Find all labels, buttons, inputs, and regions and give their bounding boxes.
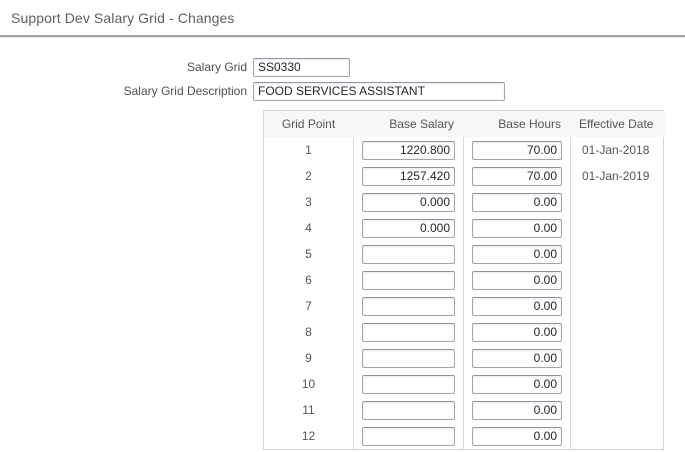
base-hours-cell (463, 397, 570, 423)
base-salary-input[interactable] (362, 349, 455, 368)
base-hours-cell (463, 345, 570, 371)
grid-point-label: 4 (264, 215, 353, 241)
salary-grid-label: Salary Grid (0, 60, 253, 74)
page-title: Support Dev Salary Grid - Changes (0, 0, 685, 26)
salary-grid-row: Salary Grid (0, 57, 685, 77)
effective-date-label (570, 371, 665, 397)
grid-point-label: 6 (264, 267, 353, 293)
column-header-base-salary: Base Salary (353, 111, 463, 137)
base-hours-cell (463, 267, 570, 293)
grid-point-label: 2 (264, 163, 353, 189)
grid-point-label: 9 (264, 345, 353, 371)
title-divider (0, 35, 685, 38)
grid-point-label: 11 (264, 397, 353, 423)
base-hours-input[interactable] (472, 271, 562, 290)
effective-date-label (570, 241, 665, 267)
base-hours-cell (463, 163, 570, 189)
base-salary-input[interactable] (362, 167, 455, 186)
salary-grid-description-row: Salary Grid Description (0, 81, 685, 101)
effective-date-label (570, 319, 665, 345)
grid-point-label: 3 (264, 189, 353, 215)
base-salary-input[interactable] (362, 219, 455, 238)
effective-date-label (570, 215, 665, 241)
base-hours-cell (463, 423, 570, 449)
base-hours-cell (463, 319, 570, 345)
base-hours-input[interactable] (472, 427, 562, 446)
base-hours-cell (463, 241, 570, 267)
effective-date-label (570, 397, 665, 423)
base-hours-input[interactable] (472, 297, 562, 316)
base-salary-cell (353, 215, 463, 241)
base-salary-input[interactable] (362, 323, 455, 342)
grid-point-label: 7 (264, 293, 353, 319)
base-salary-input[interactable] (362, 271, 455, 290)
grid-point-label: 5 (264, 241, 353, 267)
base-hours-cell (463, 137, 570, 163)
base-salary-input[interactable] (362, 193, 455, 212)
salary-grid-input[interactable] (253, 58, 350, 77)
grid-point-label: 1 (264, 137, 353, 163)
base-hours-input[interactable] (472, 375, 562, 394)
base-salary-cell (353, 293, 463, 319)
base-salary-input[interactable] (362, 427, 455, 446)
base-salary-cell (353, 423, 463, 449)
base-salary-cell (353, 241, 463, 267)
base-hours-input[interactable] (472, 245, 562, 264)
base-salary-input[interactable] (362, 141, 455, 160)
base-salary-input[interactable] (362, 245, 455, 264)
base-hours-input[interactable] (472, 323, 562, 342)
base-salary-cell (353, 397, 463, 423)
effective-date-label (570, 423, 665, 449)
salary-grid-description-label: Salary Grid Description (0, 84, 253, 98)
column-header-effective-date: Effective Date (570, 111, 665, 137)
base-hours-cell (463, 189, 570, 215)
effective-date-label: 01-Jan-2019 (570, 163, 665, 189)
base-hours-cell (463, 293, 570, 319)
effective-date-label (570, 345, 665, 371)
base-salary-input[interactable] (362, 401, 455, 420)
base-salary-cell (353, 345, 463, 371)
base-salary-input[interactable] (362, 375, 455, 394)
column-header-base-hours: Base Hours (463, 111, 570, 137)
base-salary-cell (353, 267, 463, 293)
base-hours-cell (463, 215, 570, 241)
base-hours-input[interactable] (472, 219, 562, 238)
base-salary-cell (353, 137, 463, 163)
effective-date-label (570, 267, 665, 293)
salary-grid-table: Grid Point Base Salary Base Hours Effect… (263, 110, 664, 450)
salary-grid-form: Salary Grid Salary Grid Description (0, 57, 685, 101)
base-hours-input[interactable] (472, 193, 562, 212)
base-salary-cell (353, 371, 463, 397)
base-salary-cell (353, 189, 463, 215)
effective-date-label: 01-Jan-2018 (570, 137, 665, 163)
salary-grid-description-input[interactable] (253, 82, 505, 101)
base-hours-input[interactable] (472, 349, 562, 368)
grid-point-label: 12 (264, 423, 353, 449)
base-hours-input[interactable] (472, 401, 562, 420)
grid-point-label: 10 (264, 371, 353, 397)
effective-date-label (570, 189, 665, 215)
column-header-grid-point: Grid Point (264, 111, 353, 137)
effective-date-label (570, 293, 665, 319)
grid-point-label: 8 (264, 319, 353, 345)
base-hours-input[interactable] (472, 167, 562, 186)
base-hours-cell (463, 371, 570, 397)
base-salary-cell (353, 319, 463, 345)
base-salary-input[interactable] (362, 297, 455, 316)
base-salary-cell (353, 163, 463, 189)
base-hours-input[interactable] (472, 141, 562, 160)
